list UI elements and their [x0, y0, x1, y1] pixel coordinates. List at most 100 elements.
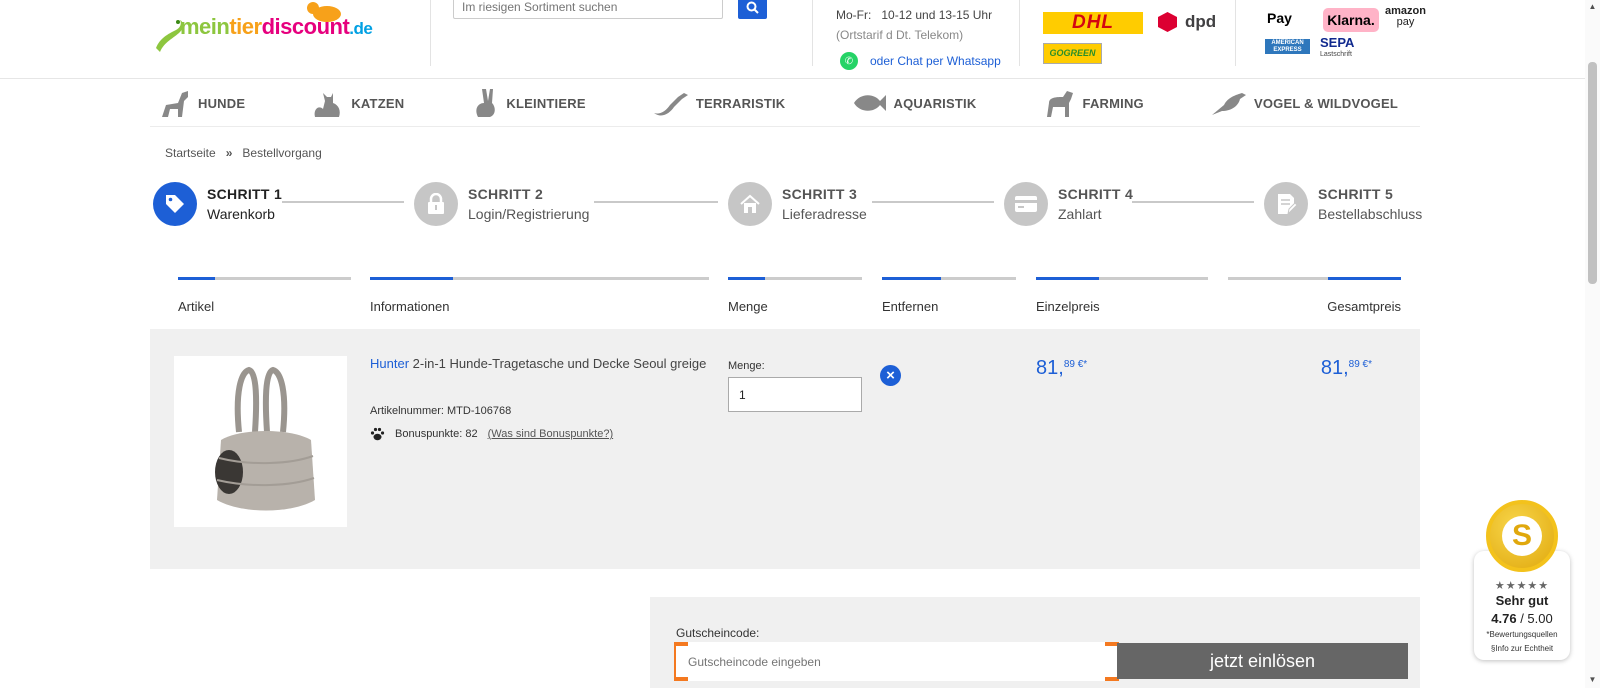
- unit-price: 81,89 €*: [1036, 357, 1088, 379]
- checkout-steps: SCHRITT 1 Warenkorb SCHRITT 2 Login/Regist…: [150, 182, 1422, 232]
- step-1-warenkorb[interactable]: SCHRITT 1 Warenkorb: [153, 182, 282, 226]
- whatsapp-link[interactable]: ✆ oder Chat per Whatsapp: [840, 52, 1001, 70]
- rating-verdict: Sehr gut: [1495, 593, 1549, 608]
- nav-item-aquaristik[interactable]: AQUARISTIK: [852, 89, 977, 117]
- bonus-points-value: Bonuspunkte: 82: [395, 428, 478, 440]
- header-divider: [812, 0, 813, 66]
- article-number: Artikelnummer: MTD-106768: [370, 405, 512, 417]
- paw-icon: [370, 427, 385, 441]
- dhl-logo: DHL: [1043, 12, 1143, 34]
- header-divider: [430, 0, 431, 66]
- quantity-input[interactable]: [728, 377, 862, 412]
- step-3-lieferadresse[interactable]: SCHRITT 3 Lieferadresse: [728, 182, 867, 226]
- total-price: 81,89 €*: [1320, 357, 1372, 379]
- document-edit-icon: [1264, 182, 1308, 226]
- bonus-points: Bonuspunkte: 82 (Was sind Bonuspunkte?): [370, 427, 613, 441]
- column-header-menge: Menge: [728, 299, 768, 314]
- house-icon: [728, 182, 772, 226]
- rabbit-icon: [476, 89, 496, 117]
- step-connector: [1132, 201, 1254, 203]
- redeem-coupon-button[interactable]: jetzt einlösen: [1117, 643, 1408, 679]
- whatsapp-icon: ✆: [840, 52, 858, 70]
- header-divider: [1019, 0, 1020, 66]
- nav-item-kleintiere[interactable]: KLEINTIERE: [470, 87, 586, 119]
- column-bar: [882, 277, 1016, 280]
- lock-icon: [414, 182, 458, 226]
- category-nav: HUNDE KATZEN KLEINTIERE TERRARISTIK AQUA…: [150, 80, 1420, 127]
- remove-item-button[interactable]: ×: [880, 365, 901, 386]
- column-bar: [1228, 277, 1401, 280]
- column-bar: [728, 277, 862, 280]
- column-header-einzelpreis: Einzelpreis: [1036, 299, 1100, 314]
- breadcrumb: Startseite » Bestellvorgang: [165, 146, 322, 160]
- shopvote-badge-icon: S: [1486, 500, 1558, 572]
- lizard-icon: [653, 93, 688, 116]
- hours-times: 10-12 und 13-15 Uhr: [881, 8, 993, 22]
- horse-icon: [1046, 91, 1073, 117]
- klarna-logo: Klarna.: [1323, 8, 1379, 32]
- product-brand[interactable]: Hunter: [370, 356, 409, 371]
- coupon-section: Gutscheincode: jetzt einlösen: [650, 597, 1420, 688]
- tag-icon: [153, 182, 197, 226]
- sepa-logo: SEPA Lastschrift: [1320, 35, 1355, 58]
- cart-item-row: Hunter 2-in-1 Hunde-Tragetasche und Deck…: [150, 329, 1420, 569]
- dog-icon: [162, 91, 188, 117]
- rating-stars-icon: ★★★★★: [1494, 580, 1550, 592]
- column-bar: [178, 277, 351, 280]
- product-title[interactable]: Hunter 2-in-1 Hunde-Tragetasche und Deck…: [370, 356, 706, 371]
- nav-item-katzen[interactable]: KATZEN: [311, 87, 404, 119]
- quantity-label: Menge:: [728, 360, 765, 372]
- nav-item-vogel[interactable]: VOGEL & WILDVOGEL: [1210, 89, 1398, 117]
- coupon-input-corner: [674, 677, 688, 681]
- column-header-artikel: Artikel: [178, 299, 215, 314]
- scroll-down-arrow-icon[interactable]: ▼: [1587, 675, 1598, 684]
- column-header-entfernen: Entfernen: [882, 299, 939, 314]
- page: meintierdiscount.de Mo-Fr: 10-12 und 13-…: [0, 0, 1600, 688]
- apple-pay-logo: Pay: [1267, 10, 1292, 26]
- product-image[interactable]: [174, 356, 347, 527]
- fish-icon: [853, 95, 886, 111]
- shopvote-widget[interactable]: S ★★★★★ Sehr gut 4.76 / 5.00 *Bewertungs…: [1474, 500, 1570, 660]
- scroll-up-arrow-icon[interactable]: ▲: [1587, 2, 1598, 11]
- step-connector: [594, 201, 718, 203]
- pet-carrier-bag-image: [214, 366, 315, 510]
- nav-item-hunde[interactable]: HUNDE: [158, 87, 245, 119]
- cat-icon: [314, 93, 341, 117]
- product-name: 2-in-1 Hunde-Tragetasche und Decke Seoul…: [412, 356, 707, 371]
- hours-note: (Ortstarif d Dt. Telekom): [836, 28, 964, 42]
- nav-item-farming[interactable]: FARMING: [1043, 87, 1144, 119]
- logo-text: meintierdiscount.de: [180, 14, 373, 39]
- scrollbar-thumb[interactable]: [1588, 62, 1597, 284]
- close-icon: ×: [886, 367, 895, 384]
- search-button[interactable]: [738, 0, 767, 19]
- bird-icon: [1211, 93, 1246, 115]
- coupon-input-corner: [674, 642, 688, 646]
- breadcrumb-home[interactable]: Startseite: [165, 146, 216, 160]
- step-connector: [872, 201, 994, 203]
- amex-logo: AMERICAN EXPRESS: [1265, 39, 1310, 54]
- breadcrumb-separator: »: [225, 146, 233, 160]
- column-header-informationen: Informationen: [370, 299, 450, 314]
- header-divider: [1235, 0, 1236, 66]
- page-scrollbar[interactable]: ▲ ▼: [1585, 0, 1600, 688]
- breadcrumb-current: Bestellvorgang: [242, 146, 322, 160]
- bonus-points-info-link[interactable]: (Was sind Bonuspunkte?): [488, 428, 614, 440]
- coupon-label: Gutscheincode:: [676, 626, 760, 640]
- rating-notes: *Bewertungsquellen §Info zur Echtheit: [1486, 630, 1558, 653]
- search-input[interactable]: [453, 0, 723, 19]
- header: meintierdiscount.de Mo-Fr: 10-12 und 13-…: [0, 0, 1585, 79]
- hours-days: Mo-Fr:: [836, 8, 872, 22]
- coupon-input[interactable]: [674, 642, 1119, 681]
- column-bar: [370, 277, 709, 280]
- rating-score: 4.76 / 5.00: [1491, 611, 1553, 626]
- step-4-zahlart[interactable]: SCHRITT 4 Zahlart: [1004, 182, 1133, 226]
- step-5-bestellabschluss[interactable]: SCHRITT 5 Bestellabschluss: [1264, 182, 1422, 226]
- nav-item-terraristik[interactable]: TERRARISTIK: [652, 87, 786, 119]
- column-bar: [1036, 277, 1208, 280]
- step-2-login[interactable]: SCHRITT 2 Login/Registrierung: [414, 182, 589, 226]
- dpd-cube-icon: [1158, 12, 1177, 32]
- column-header-gesamtpreis: Gesamtpreis: [1327, 299, 1401, 314]
- gogreen-logo: GOGREEN: [1043, 43, 1102, 64]
- logo[interactable]: meintierdiscount.de: [150, 0, 390, 60]
- step-connector: [282, 201, 404, 203]
